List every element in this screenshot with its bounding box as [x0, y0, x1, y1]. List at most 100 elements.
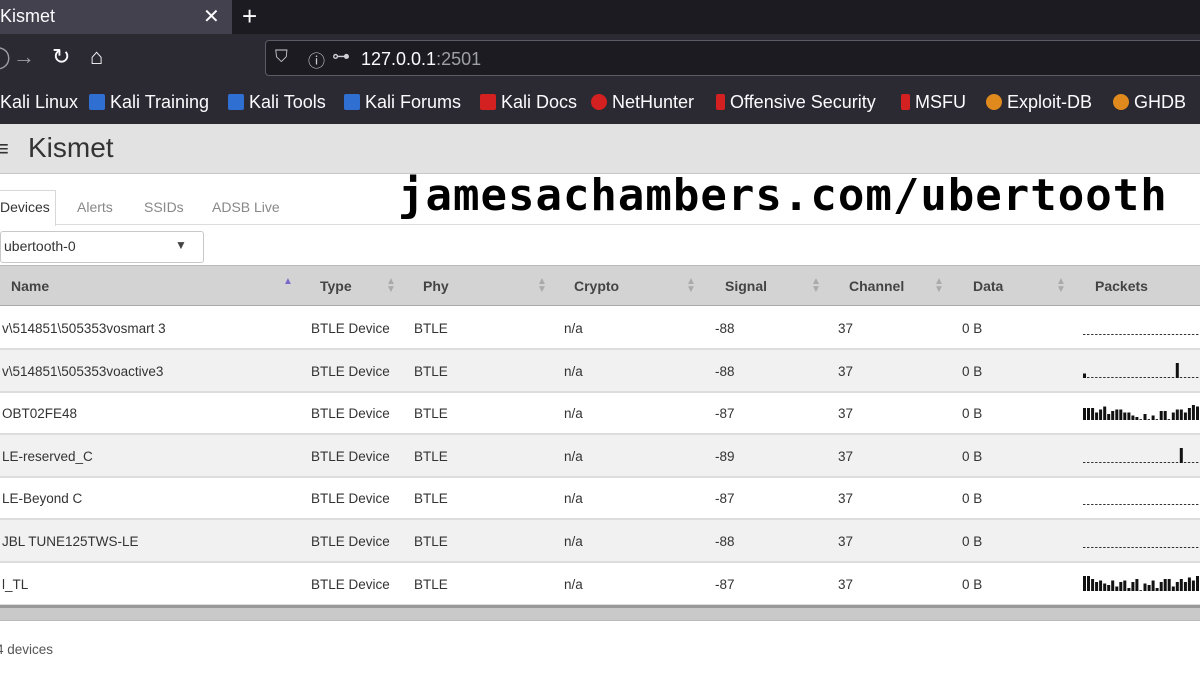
packets-baseline: [1107, 547, 1110, 548]
table-row[interactable]: l_TL BTLE Device BTLE n/a -87 37 0 B: [0, 563, 1200, 606]
offsec-icon: [901, 94, 910, 110]
tab-alerts[interactable]: Alerts: [77, 199, 113, 215]
packets-baseline: [1087, 547, 1090, 548]
new-tab-plus-icon[interactable]: +: [242, 1, 257, 32]
cell-crypto: n/a: [564, 448, 583, 464]
packets-baseline: [1147, 419, 1150, 421]
kismet-header: ≡ Kismet: [0, 124, 1200, 174]
hamburger-menu-icon[interactable]: ≡: [0, 136, 9, 162]
packets-baseline: [1155, 334, 1158, 335]
url-text[interactable]: 127.0.0.1:2501: [361, 49, 481, 70]
packets-baseline: [1171, 547, 1175, 548]
bookmark-kali-docs[interactable]: Kali Docs: [480, 92, 577, 113]
reload-icon[interactable]: ↻: [52, 42, 70, 72]
tab-ssids[interactable]: SSIDs: [144, 199, 184, 215]
packets-bar: [1175, 362, 1179, 378]
url-bar[interactable]: ⛉ ⓘ ⊶ 127.0.0.1:2501: [265, 40, 1200, 76]
table-row[interactable]: LE-Beyond C BTLE Device BTLE n/a -87 37 0 B: [0, 477, 1200, 521]
cell-signal: -88: [715, 534, 735, 549]
sort-icon[interactable]: ▲ ▼: [1056, 277, 1066, 295]
back-arrow-icon[interactable]: ◯: [0, 42, 11, 72]
packets-bar: [1111, 580, 1115, 591]
cell-signal: -88: [715, 363, 735, 379]
packets-bar: [1155, 587, 1159, 591]
bookmark-exploit-db[interactable]: Exploit-DB: [986, 92, 1092, 113]
packets-baseline: [1159, 547, 1163, 548]
packets-bar: [1159, 411, 1163, 421]
home-icon[interactable]: ⌂: [90, 42, 103, 72]
info-icon[interactable]: ⓘ: [308, 47, 325, 72]
cell-channel: 37: [838, 321, 854, 336]
bookmark-nethunter[interactable]: NetHunter: [591, 92, 694, 113]
column-header-data[interactable]: Data: [973, 278, 1003, 294]
packets-baseline: [1119, 547, 1122, 548]
column-header-phy[interactable]: Phy: [423, 278, 449, 294]
packets-sparkline: [1083, 405, 1199, 421]
cell-name: JBL TUNE125TWS-LE: [2, 534, 139, 549]
tab-devices[interactable]: Devices: [0, 199, 50, 215]
packets-bar: [1115, 409, 1119, 421]
sort-icon[interactable]: ▲ ▼: [537, 277, 547, 295]
bookmark-offensive-security[interactable]: Offensive Security: [716, 92, 876, 113]
table-row[interactable]: LE-reserved_C BTLE Device BTLE n/a -89 37 0 B: [0, 434, 1200, 478]
bookmark-kali-tools[interactable]: Kali Tools: [228, 92, 326, 113]
cell-data: 0 B: [962, 448, 983, 464]
packets-baseline: [1159, 334, 1163, 335]
packets-bar: [1187, 577, 1191, 591]
packets-bar: [1099, 580, 1103, 591]
packets-baseline: [1091, 504, 1094, 506]
packets-bar: [1087, 408, 1090, 421]
column-header-packets[interactable]: Packets: [1095, 278, 1148, 294]
bookmark-kali-training[interactable]: Kali Training: [89, 92, 209, 113]
bookmark-msfu[interactable]: MSFU: [901, 92, 966, 113]
packets-bar: [1171, 412, 1175, 421]
sort-icon[interactable]: ▲ ▼: [811, 277, 821, 295]
packets-baseline: [1196, 461, 1199, 463]
packets-bar: [1183, 581, 1187, 591]
packets-baseline: [1167, 334, 1171, 335]
key-icon[interactable]: ⊶: [332, 46, 350, 67]
table-row[interactable]: v\514851\505353voactive3 BTLE Device BTLE n…: [0, 349, 1200, 393]
packets-bar: [1163, 578, 1167, 591]
cell-name: l_TL: [2, 576, 29, 592]
sort-icon[interactable]: ▲ ▼: [686, 277, 696, 295]
table-row[interactable]: JBL TUNE125TWS-LE BTLE Device BTLE n/a -88 37…: [0, 520, 1200, 563]
bookmark-kali-forums[interactable]: Kali Forums: [344, 92, 461, 113]
packets-baseline: [1095, 504, 1098, 506]
column-header-type[interactable]: Type: [320, 278, 352, 294]
cell-channel: 37: [838, 363, 854, 379]
sort-icon[interactable]: ▲ ▼: [934, 277, 944, 295]
column-header-signal[interactable]: Signal: [725, 278, 767, 294]
packets-baseline: [1159, 376, 1163, 378]
shield-icon[interactable]: ⛉: [275, 47, 288, 67]
packets-baseline: [1147, 461, 1150, 463]
packets-bar: [1123, 580, 1127, 591]
packets-bar: [1147, 584, 1151, 591]
table-footer-scrollbar[interactable]: [0, 605, 1200, 621]
source-select[interactable]: ubertooth-0 ▼: [0, 231, 204, 263]
packets-baseline: [1139, 547, 1142, 548]
sort-icon[interactable]: ▲ ▼: [386, 277, 396, 295]
browser-tab-bar: Kismet ✕ +: [0, 0, 1200, 34]
packets-bar: [1083, 575, 1086, 591]
packets-bar: [1187, 408, 1191, 421]
packets-baseline: [1127, 334, 1130, 335]
bookmark-ghdb[interactable]: GHDB: [1113, 92, 1186, 113]
column-header-name[interactable]: Name: [11, 278, 49, 294]
close-icon[interactable]: ✕: [203, 4, 220, 29]
tab-adsb-live[interactable]: ADSB Live: [212, 199, 280, 215]
column-header-crypto[interactable]: Crypto: [574, 278, 619, 294]
table-row[interactable]: OBT02FE48 BTLE Device BTLE n/a -87 37 0 B: [0, 392, 1200, 436]
cell-type: BTLE Device: [311, 576, 390, 592]
browser-tab[interactable]: Kismet ✕: [0, 0, 232, 34]
table-row[interactable]: v\514851\505353vosmart 3 BTLE Device BTLE n…: [0, 307, 1200, 350]
packets-baseline: [1099, 461, 1102, 463]
column-header-channel[interactable]: Channel: [849, 278, 904, 294]
bookmark-kali-linux[interactable]: Kali Linux: [0, 92, 78, 113]
packets-baseline: [1167, 504, 1171, 506]
forward-arrow-icon[interactable]: →: [13, 42, 35, 72]
packets-bar: [1167, 578, 1171, 591]
packets-baseline: [1155, 419, 1158, 421]
cell-type: BTLE Device: [311, 321, 390, 336]
sort-ascending-icon[interactable]: ▲: [283, 276, 293, 287]
